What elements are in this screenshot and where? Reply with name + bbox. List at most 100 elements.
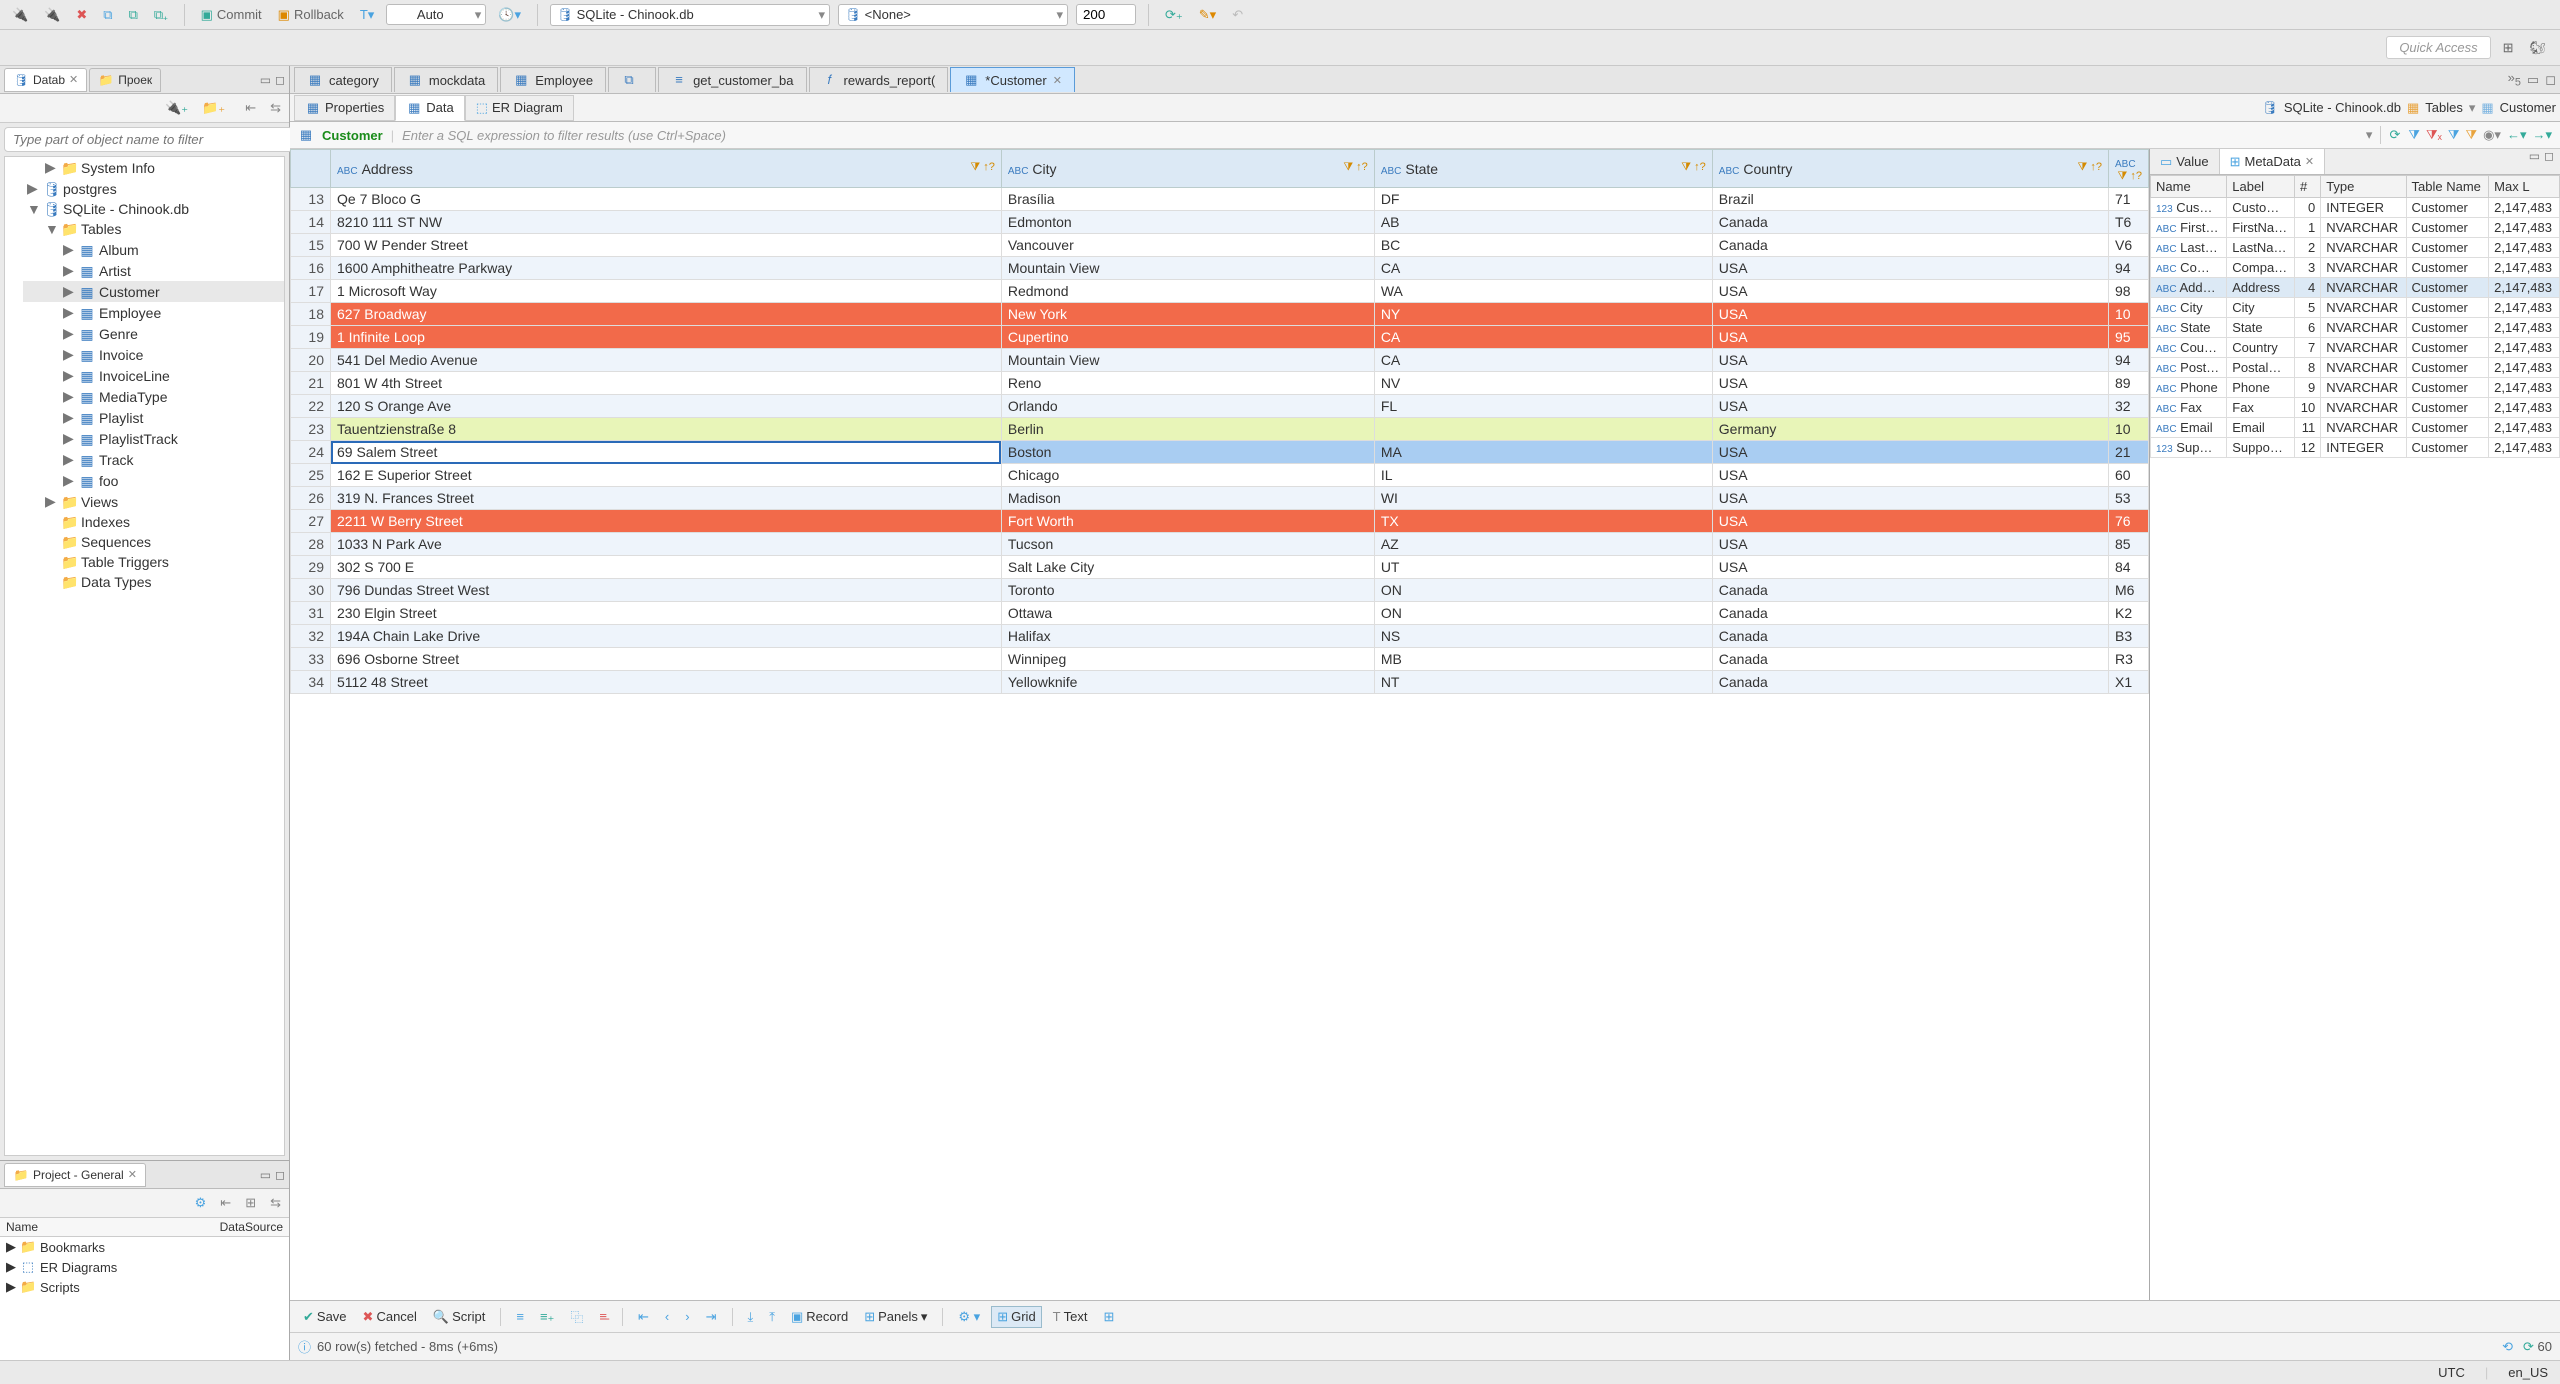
cancel-button[interactable]: ✖Cancel <box>358 1307 422 1327</box>
sql-new-icon[interactable]: ⧉₊ <box>150 5 172 25</box>
table-row[interactable]: 26319 N. Frances StreetMadisonWIUSA53 <box>291 487 2149 510</box>
properties-tab[interactable]: ▦Properties <box>294 95 395 121</box>
import-icon[interactable]: ⤒ <box>764 1307 780 1327</box>
filter-2-icon[interactable]: ⧩ <box>2448 127 2460 143</box>
record-button[interactable]: ▣Record <box>786 1307 853 1327</box>
meta-row[interactable]: ABC PhonePhone9NVARCHARCustomer2,147,483 <box>2151 378 2560 398</box>
database-navigator-tree[interactable]: ▶📁System Info▶🛢postgres▼🛢SQLite - Chinoo… <box>4 156 285 1156</box>
tree-item-playlist[interactable]: ▶▦Playlist <box>23 407 284 428</box>
editor-tab-mockdata[interactable]: ▦mockdata <box>394 67 498 92</box>
tree-item-genre[interactable]: ▶▦Genre <box>23 323 284 344</box>
meta-row[interactable]: ABC Post…Postal…8NVARCHARCustomer2,147,4… <box>2151 358 2560 378</box>
meta-row[interactable]: 123 Cus…Custo…0INTEGERCustomer2,147,483 <box>2151 198 2560 218</box>
tabs-max-icon[interactable]: ◻ <box>2545 72 2556 88</box>
tree-item-data-types[interactable]: 📁Data Types <box>23 572 284 592</box>
sql-run-icon[interactable]: ⧉ <box>125 5 142 25</box>
tree-item-sqlite-chinook-db[interactable]: ▼🛢SQLite - Chinook.db <box>23 199 284 219</box>
collapse-icon[interactable]: ⇤ <box>241 98 260 118</box>
tree-item-employee[interactable]: ▶▦Employee <box>23 302 284 323</box>
filter-funnel-icon[interactable]: ⧩ <box>2408 127 2420 143</box>
editor-tab--sqlite-chino[interactable]: ⧉ <box>608 67 656 92</box>
first-page-icon[interactable]: ⇤ <box>633 1307 654 1327</box>
tree-item-system-info[interactable]: ▶📁System Info <box>23 157 284 178</box>
undo-icon[interactable]: ↶ <box>1228 5 1247 25</box>
meta-min-icon[interactable]: ▭ <box>2529 149 2540 174</box>
meta-row[interactable]: ABC StateState6NVARCHARCustomer2,147,483 <box>2151 318 2560 338</box>
filter-dropdown-icon[interactable]: ▾ <box>2366 127 2373 143</box>
quick-access-input[interactable]: Quick Access <box>2386 36 2490 59</box>
data-grid[interactable]: ABCAddress⧩ ↑?ABCCity⧩ ↑?ABCState⧩ ↑?ABC… <box>290 149 2149 694</box>
dbeaver-perspective-icon[interactable]: 🐿 <box>2525 38 2550 58</box>
prev-page-icon[interactable]: ‹ <box>660 1307 674 1326</box>
history-icon[interactable]: 🕓▾ <box>494 5 525 25</box>
meta-row[interactable]: 123 Sup…Suppo…12INTEGERCustomer2,147,483 <box>2151 438 2560 458</box>
table-row[interactable]: 31230 Elgin StreetOttawaONCanadaK2 <box>291 602 2149 625</box>
value-panel-tab[interactable]: ▭Value <box>2150 149 2220 174</box>
filter-apply-icon[interactable]: ⟳ <box>2389 127 2400 143</box>
metadata-panel-tab[interactable]: ⊞MetaData ✕ <box>2220 149 2326 174</box>
table-row[interactable]: 13Qe 7 Bloco GBrasíliaDFBrazil71 <box>291 188 2149 211</box>
database-select[interactable]: 🛢 SQLite - Chinook.db▾ <box>550 4 830 26</box>
tx-mode-icon[interactable]: T▾ <box>356 5 378 25</box>
tree-item-indexes[interactable]: 📁Indexes <box>23 512 284 532</box>
project-general-tab[interactable]: 📁Project - General ✕ <box>4 1163 146 1187</box>
last-page-icon[interactable]: ⇥ <box>701 1307 722 1327</box>
tree-item-album[interactable]: ▶▦Album <box>23 239 284 260</box>
table-row[interactable]: 281033 N Park AveTucsonAZUSA85 <box>291 533 2149 556</box>
new-folder-icon[interactable]: 📁₊ <box>198 98 229 118</box>
filter-clear-icon[interactable]: ⧩ₓ <box>2426 127 2442 143</box>
proj-max-icon[interactable]: ◻ <box>275 1168 285 1182</box>
rollback-button[interactable]: ▣Rollback <box>274 5 348 25</box>
tree-item-invoiceline[interactable]: ▶▦InvoiceLine <box>23 365 284 386</box>
column-header-city[interactable]: ABCCity⧩ ↑? <box>1001 150 1374 188</box>
tree-item-playlisttrack[interactable]: ▶▦PlaylistTrack <box>23 428 284 449</box>
color-icon[interactable]: ◉▾ <box>2483 127 2501 143</box>
row-count-icon[interactable]: ⟳ <box>2523 1339 2534 1354</box>
tree-item-track[interactable]: ▶▦Track <box>23 449 284 470</box>
project-item-er-diagrams[interactable]: ▶⬚ER Diagrams <box>0 1257 289 1277</box>
meta-row[interactable]: ABC FaxFax10NVARCHARCustomer2,147,483 <box>2151 398 2560 418</box>
meta-col-label[interactable]: Label <box>2227 176 2295 198</box>
db-navigator-tab[interactable]: 🛢Datab ✕ <box>4 68 87 92</box>
sql-editor-icon[interactable]: ⧉ <box>99 5 116 25</box>
tree-item-postgres[interactable]: ▶🛢postgres <box>23 178 284 199</box>
meta-row[interactable]: ABC EmailEmail11NVARCHARCustomer2,147,48… <box>2151 418 2560 438</box>
proj-min-icon[interactable]: ▭ <box>260 1168 271 1182</box>
meta-row[interactable]: ABC Cou…Country7NVARCHARCustomer2,147,48… <box>2151 338 2560 358</box>
grid-view-button[interactable]: ⊞Grid <box>991 1306 1041 1328</box>
table-row[interactable]: 148210 111 ST NWEdmontonABCanadaT6 <box>291 211 2149 234</box>
tabs-overflow-icon[interactable]: »5 <box>2508 70 2521 89</box>
refresh-icon[interactable]: ⟳₊ <box>1161 5 1187 25</box>
tree-item-table-triggers[interactable]: 📁Table Triggers <box>23 552 284 572</box>
table-row[interactable]: 22120 S Orange AveOrlandoFLUSA32 <box>291 395 2149 418</box>
row-limit-input[interactable] <box>1076 4 1136 25</box>
projects-tab[interactable]: 📁Проек <box>89 68 161 92</box>
editor-tab--customer[interactable]: ▦*Customer ✕ <box>950 67 1075 92</box>
table-row[interactable]: 191 Infinite LoopCupertinoCAUSA95 <box>291 326 2149 349</box>
table-row[interactable]: 171 Microsoft WayRedmondWAUSA98 <box>291 280 2149 303</box>
nav-fwd-icon[interactable]: →▾ <box>2532 127 2552 143</box>
minimize-icon[interactable]: ▭ <box>260 73 271 87</box>
column-header-postal[interactable]: ABC⧩ ↑? <box>2109 150 2149 188</box>
extra-view-icon[interactable]: ⊞ <box>1098 1307 1119 1327</box>
script-button[interactable]: 🔍Script <box>428 1307 490 1327</box>
tree-item-views[interactable]: ▶📁Views <box>23 491 284 512</box>
table-row[interactable]: 20541 Del Medio AvenueMountain ViewCAUSA… <box>291 349 2149 372</box>
settings-icon[interactable]: ⚙ ▾ <box>953 1307 985 1327</box>
filter-sort-icon[interactable]: ⧩ <box>2465 127 2477 143</box>
proj-link-icon[interactable]: ⇆ <box>266 1193 285 1213</box>
text-view-button[interactable]: TText <box>1048 1307 1093 1326</box>
table-row[interactable]: 21801 W 4th StreetRenoNVUSA89 <box>291 372 2149 395</box>
tree-item-tables[interactable]: ▼📁Tables <box>23 219 284 239</box>
rownum-header[interactable] <box>291 150 331 188</box>
editor-tab-get-customer-ba[interactable]: ≡get_customer_ba <box>658 67 806 92</box>
tree-item-mediatype[interactable]: ▶▦MediaType <box>23 386 284 407</box>
meta-row[interactable]: ABC Co…Compa…3NVARCHARCustomer2,147,483 <box>2151 258 2560 278</box>
meta-col-maxl[interactable]: Max L <box>2489 176 2560 198</box>
stop-icon[interactable]: ✎▾ <box>1195 5 1220 25</box>
meta-col-tablename[interactable]: Table Name <box>2406 176 2489 198</box>
column-header-address[interactable]: ABCAddress⧩ ↑? <box>331 150 1002 188</box>
next-page-icon[interactable]: › <box>680 1307 694 1326</box>
table-row[interactable]: 23Tauentzienstraße 8BerlinGermany10 <box>291 418 2149 441</box>
meta-max-icon[interactable]: ◻ <box>2544 149 2554 174</box>
